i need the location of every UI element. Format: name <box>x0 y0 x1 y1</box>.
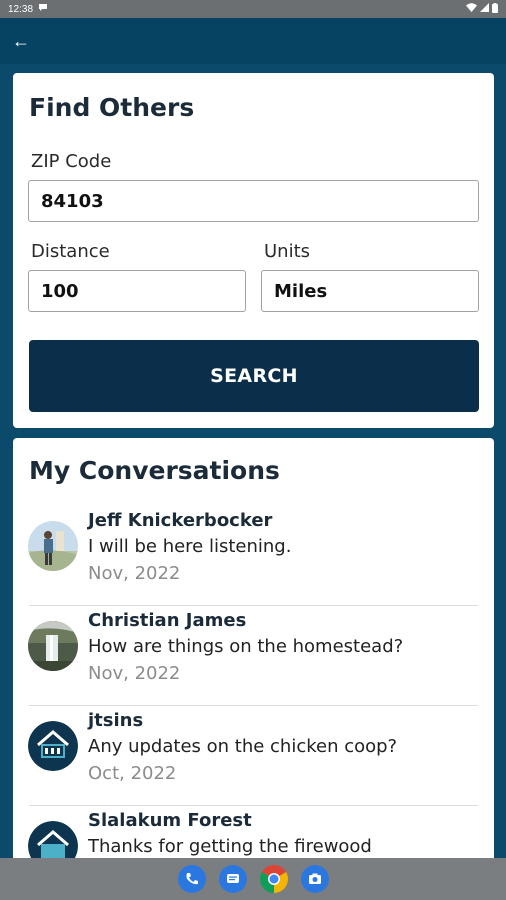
phone-icon[interactable] <box>177 865 206 893</box>
conversation-message: How are things on the homestead? <box>88 636 404 657</box>
units-value: Miles <box>274 280 328 302</box>
zip-input[interactable]: 84103 <box>28 180 479 222</box>
signal-icon <box>480 3 489 15</box>
find-others-title: Find Others <box>29 93 195 122</box>
conversation-message: I will be here listening. <box>88 536 292 557</box>
conversation-item[interactable]: Jeff Knickerbocker I will be here listen… <box>13 506 494 606</box>
status-bar: 12:38 <box>0 0 506 18</box>
conversation-name: Slalakum Forest <box>88 810 252 831</box>
photo-waterfall-avatar <box>28 621 78 671</box>
messages-icon[interactable] <box>218 865 247 893</box>
distance-value: 100 <box>41 280 79 302</box>
units-select[interactable]: Miles <box>261 270 479 312</box>
p2s-logo-avatar <box>28 721 78 771</box>
conversation-name: Christian James <box>88 610 247 631</box>
conversation-name: Jeff Knickerbocker <box>88 510 273 531</box>
search-button[interactable]: SEARCH <box>29 340 479 412</box>
distance-input[interactable]: 100 <box>28 270 246 312</box>
status-time: 12:38 <box>8 3 34 15</box>
conversation-list: Jeff Knickerbocker I will be here listen… <box>13 506 494 868</box>
conversation-date: Nov, 2022 <box>88 663 181 684</box>
find-others-card: Find Others ZIP Code 84103 Distance 100 … <box>13 73 494 428</box>
distance-label: Distance <box>31 241 110 262</box>
conversations-title: My Conversations <box>29 456 280 485</box>
photo-person-avatar <box>28 521 78 571</box>
units-label: Units <box>264 241 311 262</box>
conversation-message: Thanks for getting the firewood <box>88 836 372 857</box>
wifi-icon <box>466 3 477 15</box>
app-bar: ← <box>0 18 506 64</box>
conversations-card: My Conversations Jeff Knickerbocker I wi… <box>13 438 494 868</box>
conversation-item[interactable]: jtsins Any updates on the chicken coop? … <box>13 706 494 806</box>
conversation-date: Nov, 2022 <box>88 563 181 584</box>
system-nav-bar <box>0 858 506 900</box>
conversation-name: jtsins <box>88 710 144 731</box>
zip-label: ZIP Code <box>31 151 112 172</box>
zip-value: 84103 <box>41 190 104 212</box>
chrome-icon[interactable] <box>259 865 288 893</box>
conversation-message: Any updates on the chicken coop? <box>88 736 398 757</box>
camera-icon[interactable] <box>300 865 329 893</box>
conversation-date: Oct, 2022 <box>88 763 177 784</box>
arrow-left-icon[interactable]: ← <box>12 32 30 50</box>
battery-icon <box>492 2 498 16</box>
conversation-item[interactable]: Christian James How are things on the ho… <box>13 606 494 706</box>
chat-bubble-icon <box>38 3 48 15</box>
